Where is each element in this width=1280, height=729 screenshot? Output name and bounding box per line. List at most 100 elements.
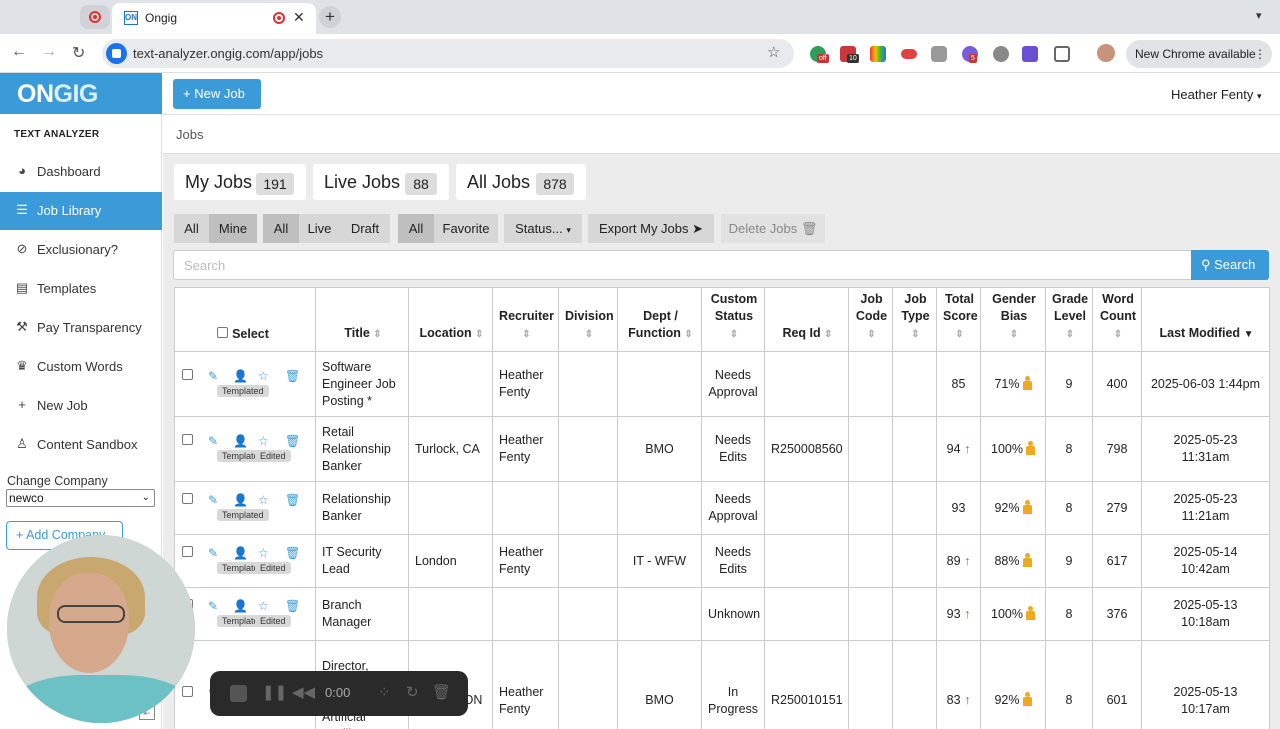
live-jobs-card[interactable]: Live Jobs 88 — [313, 164, 449, 200]
grid-icon[interactable]: ⁘ — [378, 683, 391, 701]
company-select[interactable]: newco ⌄ — [6, 489, 155, 507]
cell-title[interactable]: IT Security Lead — [315, 534, 409, 588]
table-row[interactable]: ✎ 👤 ☆ 🗑 Templated Software Engineer Job Posti… — [174, 351, 1270, 417]
edit-icon[interactable]: ✎ — [208, 368, 218, 385]
screen-record-icon[interactable] — [106, 43, 127, 64]
filter-state-all[interactable]: All — [263, 214, 299, 243]
extension-calendar-icon[interactable]: 10 — [840, 46, 859, 63]
col-select[interactable]: Select — [174, 287, 316, 352]
cell-title[interactable]: Software Engineer Job Posting * — [315, 351, 409, 417]
sidebar-item-custom-words[interactable]: ♛ Custom Words — [0, 348, 162, 386]
star-icon[interactable]: ☆ — [258, 545, 269, 562]
col-custom-status[interactable]: Custom Status ⇕ — [701, 287, 765, 352]
table-row[interactable]: ✎ 👤 ☆ 🗑 Templated Edited Retail Relationship B… — [174, 416, 1270, 482]
all-jobs-card[interactable]: All Jobs 878 — [456, 164, 586, 200]
extension-palette-icon[interactable] — [870, 46, 886, 62]
col-title[interactable]: Title ⇕ — [315, 287, 409, 352]
filter-owner-mine[interactable]: Mine — [209, 214, 257, 243]
sidebar-item-job-library[interactable]: ☰ Job Library — [0, 192, 162, 230]
filter-fav-favorite[interactable]: Favorite — [434, 214, 498, 243]
row-checkbox[interactable] — [182, 434, 193, 445]
col-grade-level[interactable]: Grade Level ⇕ — [1045, 287, 1093, 352]
person-icon[interactable]: 👤 — [233, 545, 248, 562]
new-tab-button[interactable]: + — [319, 6, 341, 28]
sidebar-item-dashboard[interactable]: ◕ Dashboard — [0, 153, 162, 191]
tab-search-chevron-icon[interactable]: ▾ — [1256, 9, 1262, 22]
row-checkbox[interactable] — [182, 493, 193, 504]
person-icon[interactable]: 👤 — [233, 598, 248, 615]
row-checkbox[interactable] — [182, 369, 193, 380]
col-dept[interactable]: Dept / Function ⇕ — [617, 287, 702, 352]
search-button[interactable]: ⚲ Search — [1191, 250, 1269, 280]
edit-icon[interactable]: ✎ — [208, 545, 218, 562]
cell-title[interactable]: Retail Relationship Banker — [315, 416, 409, 482]
col-req-id[interactable]: Req Id ⇕ — [764, 287, 849, 352]
col-location[interactable]: Location ⇕ — [408, 287, 493, 352]
new-job-button[interactable]: + New Job — [173, 79, 261, 109]
extension-ai-icon[interactable]: 5 — [962, 46, 978, 63]
col-job-type[interactable]: Job Type ⇕ — [892, 287, 937, 352]
filter-owner-all[interactable]: All — [174, 214, 209, 243]
rewind-icon[interactable]: ◀◀ — [292, 683, 315, 701]
star-icon[interactable]: ☆ — [258, 598, 269, 615]
address-bar[interactable]: text-analyzer.ongig.com/app/jobs ☆ — [102, 39, 794, 68]
edit-icon[interactable]: ✎ — [208, 598, 218, 615]
sidebar-item-templates[interactable]: ▤ Templates — [0, 270, 162, 308]
back-arrow-icon[interactable]: ← — [11, 43, 27, 61]
extension-acorn-icon[interactable] — [993, 46, 1009, 62]
person-icon[interactable]: 👤 — [233, 492, 248, 509]
trash-icon[interactable]: 🗑 — [285, 368, 300, 385]
filter-state-draft[interactable]: Draft — [340, 214, 390, 243]
table-row[interactable]: ✎ 👤 ☆ 🗑 Templated Relationship Banker Needs Ap… — [174, 481, 1270, 535]
browser-tab-active[interactable]: ON Ongig ✕ — [112, 3, 316, 34]
user-menu[interactable]: Heather Fenty ▾ — [1171, 87, 1262, 102]
trash-icon[interactable]: 🗑 — [285, 545, 300, 562]
filter-fav-all[interactable]: All — [398, 214, 434, 243]
sidebar-item-new-job[interactable]: + New Job — [0, 387, 162, 425]
tab-close-icon[interactable]: ✕ — [293, 9, 305, 26]
edit-icon[interactable]: ✎ — [208, 433, 218, 450]
export-my-jobs-button[interactable]: Export My Jobs ➤ — [588, 214, 714, 243]
star-icon[interactable]: ☆ — [258, 492, 269, 509]
restart-icon[interactable]: ↻ — [406, 683, 419, 701]
sidebar-item-exclusionary[interactable]: ⊘ Exclusionary? — [0, 231, 162, 269]
sidebar-item-pay-transparency[interactable]: ⚒ Pay Transparency — [0, 309, 162, 347]
edit-icon[interactable]: ✎ — [208, 492, 218, 509]
extension-grid-icon[interactable] — [1022, 46, 1038, 62]
cell-title[interactable]: Relationship Banker — [315, 481, 409, 535]
extensions-puzzle-icon[interactable] — [1054, 46, 1070, 62]
col-gender-bias[interactable]: Gender Bias ⇕ — [980, 287, 1046, 352]
star-icon[interactable]: ☆ — [258, 368, 269, 385]
trash-icon[interactable]: 🗑 — [285, 492, 300, 509]
col-recruiter[interactable]: Recruiter ⇕ — [492, 287, 559, 352]
cell-title[interactable]: Branch Manager — [315, 587, 409, 641]
status-dropdown[interactable]: Status... ▾ — [504, 214, 582, 243]
forward-arrow-icon[interactable]: → — [41, 43, 57, 61]
col-word-count[interactable]: Word Count ⇕ — [1092, 287, 1142, 352]
filter-state-live[interactable]: Live — [299, 214, 340, 243]
star-icon[interactable]: ☆ — [258, 433, 269, 450]
trash-icon[interactable]: 🗑 — [285, 598, 300, 615]
extension-lastpass-icon[interactable] — [901, 49, 917, 59]
trash-icon[interactable]: 🗑 — [285, 433, 300, 450]
sidebar-item-content-sandbox[interactable]: ♙ Content Sandbox — [0, 426, 162, 464]
trash-icon[interactable]: 🗑 — [432, 683, 451, 701]
pause-icon[interactable]: ❚❚ — [262, 683, 287, 701]
col-last-modified[interactable]: Last Modified ▼ — [1141, 287, 1270, 352]
url-text[interactable]: text-analyzer.ongig.com/app/jobs — [133, 46, 323, 61]
table-row[interactable]: ✎ 👤 ☆ 🗑 Templated Edited IT Security Lead Londo… — [174, 534, 1270, 588]
select-all-checkbox[interactable] — [217, 327, 229, 338]
recording-tab[interactable] — [80, 5, 110, 29]
person-icon[interactable]: 👤 — [233, 368, 248, 385]
search-input[interactable] — [174, 251, 1191, 279]
person-icon[interactable]: 👤 — [233, 433, 248, 450]
table-row[interactable]: ✎ 👤 ☆ 🗑 Templated Edited Branch Manager Unknown… — [174, 587, 1270, 641]
bookmark-star-icon[interactable]: ☆ — [767, 43, 780, 61]
reload-icon[interactable]: ↻ — [72, 43, 85, 63]
col-job-code[interactable]: Job Code ⇕ — [848, 287, 893, 352]
webcam-overlay[interactable] — [7, 535, 195, 723]
profile-avatar[interactable] — [1097, 44, 1115, 62]
extension-grammar-icon[interactable]: off — [810, 46, 829, 63]
col-division[interactable]: Division ⇕ — [558, 287, 618, 352]
extension-camera-icon[interactable] — [931, 46, 947, 62]
